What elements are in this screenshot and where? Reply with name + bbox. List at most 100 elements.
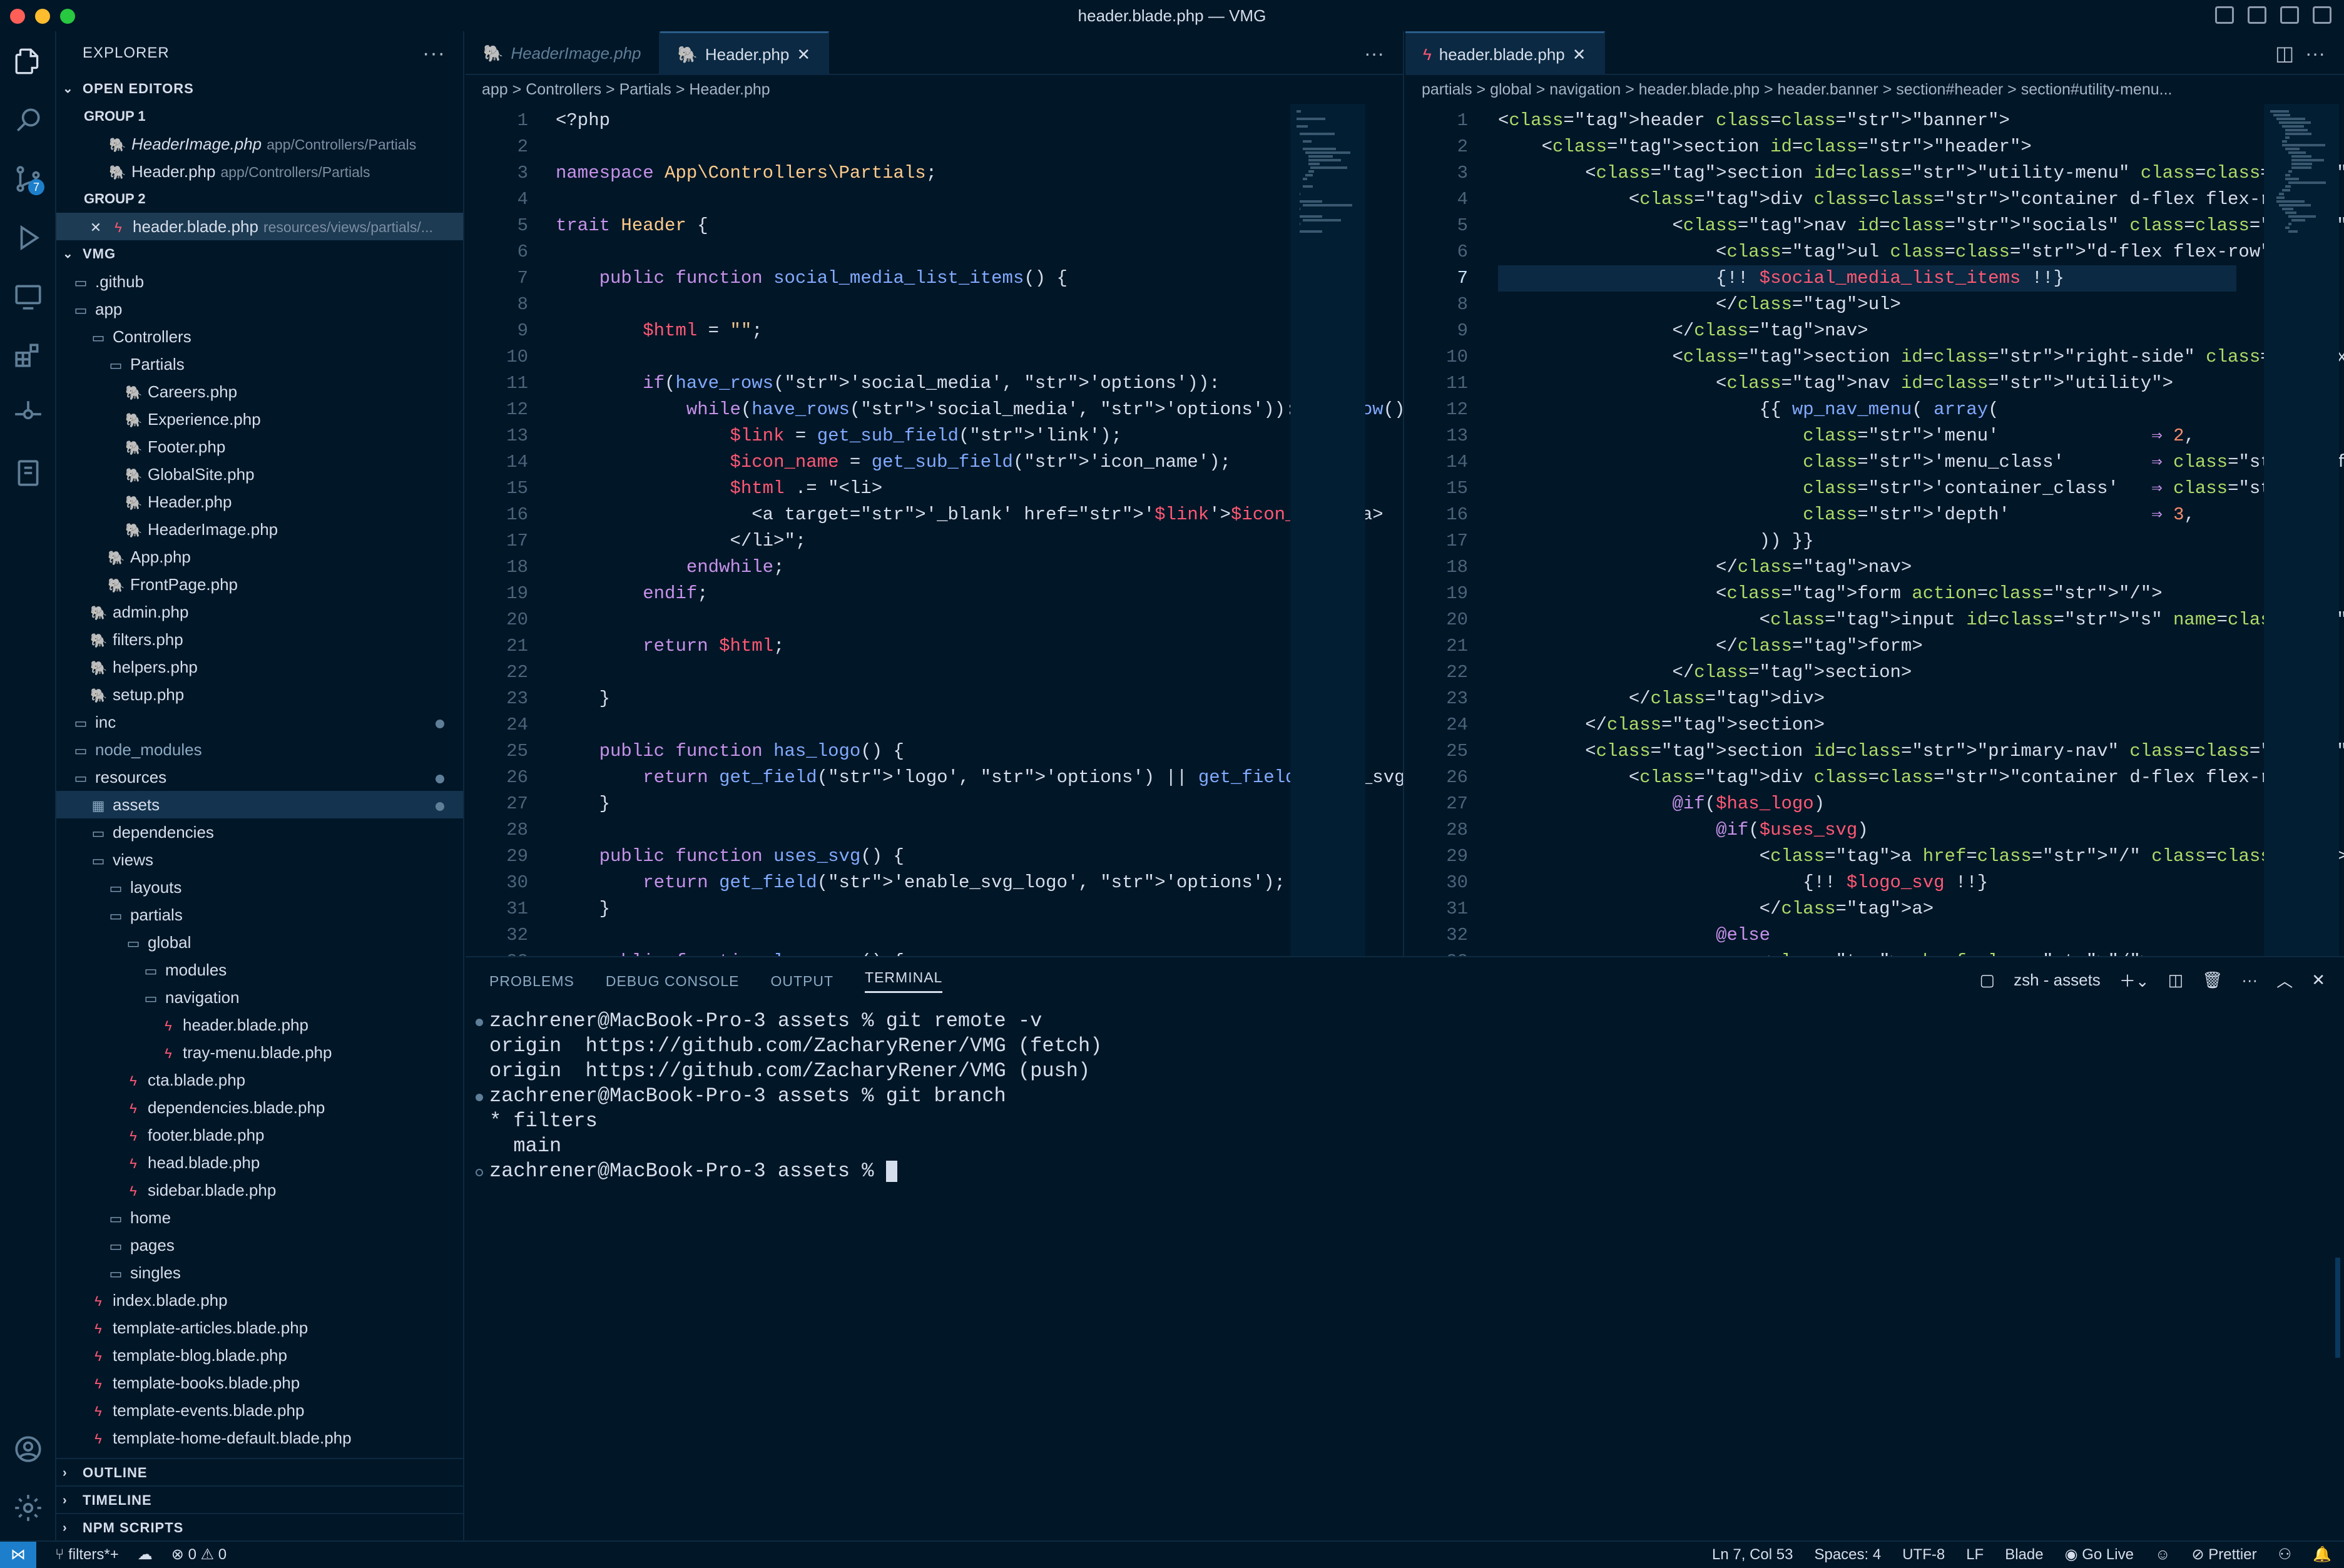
tree-file[interactable]: ϟ template-books.blade.php	[56, 1369, 463, 1397]
code-line[interactable]: class="str">'container_class' ⇒ class="s…	[1498, 476, 2336, 502]
tree-file[interactable]: ϟ dependencies.blade.php	[56, 1094, 463, 1121]
code-line[interactable]: public function uses_svg() {	[556, 843, 904, 870]
split-terminal-icon[interactable]: ◫	[2168, 970, 2184, 990]
code-line[interactable]: {!! $logo_svg !!}	[1498, 870, 1988, 896]
sync-icon[interactable]: ☁	[138, 1542, 153, 1568]
tree-file[interactable]: 🐘 Careers.php	[56, 378, 463, 405]
tree-file[interactable]: 🐘 setup.php	[56, 681, 463, 708]
tree-folder[interactable]: ▭ .github	[56, 268, 463, 295]
tree-file[interactable]: ϟ head.blade.php	[56, 1149, 463, 1176]
tree-folder[interactable]: ▭ views	[56, 846, 463, 873]
code-line[interactable]: trait Header {	[556, 213, 708, 239]
branch-status[interactable]: ⑂ filters*+	[55, 1542, 119, 1568]
tab-terminal[interactable]: TERMINAL	[865, 969, 943, 993]
toggle-sidebar-icon[interactable]	[2215, 6, 2234, 24]
code-line[interactable]: <class="tag">div class=class="str">"cont…	[1498, 765, 2315, 791]
toggle-panel-icon[interactable]	[2248, 6, 2266, 24]
code-line[interactable]: class="str">'menu' ⇒ 2,	[1498, 423, 2195, 449]
tree-file[interactable]: ϟ tray-menu.blade.php	[56, 1039, 463, 1066]
zoom-window-button[interactable]	[60, 9, 75, 24]
minimize-window-button[interactable]	[35, 9, 50, 24]
command-decoration-icon[interactable]	[476, 1169, 483, 1176]
more-actions-icon[interactable]: ···	[2241, 970, 2258, 990]
npm-scripts-section[interactable]: › NPM SCRIPTS	[56, 1513, 463, 1540]
tab-output[interactable]: OUTPUT	[770, 973, 833, 990]
code-line[interactable]: public function social_media_list_items(…	[556, 265, 1068, 292]
code-line[interactable]: </class="tag">nav>	[1498, 318, 1868, 344]
indentation[interactable]: Spaces: 4	[1814, 1542, 1881, 1568]
code-line[interactable]: <class="tag">div class=class="str">"cont…	[1498, 186, 2315, 213]
tree-folder[interactable]: ▭ home	[56, 1204, 463, 1231]
code-line[interactable]: namespace App\Controllers\Partials;	[556, 160, 937, 186]
tree-folder[interactable]: ▭ resources	[56, 763, 463, 791]
tab-problems[interactable]: PROBLEMS	[489, 973, 574, 990]
code-line[interactable]: }	[556, 791, 610, 817]
tree-folder[interactable]: ▭ dependencies	[56, 818, 463, 846]
tree-file[interactable]: ϟ template-home-default.blade.php	[56, 1424, 463, 1452]
terminal[interactable]: zachrener@MacBook-Pro-3 assets % git rem…	[466, 1005, 2344, 1184]
search-icon[interactable]	[9, 101, 47, 139]
go-live-button[interactable]: ◉ Go Live	[2065, 1542, 2134, 1568]
code-line[interactable]: <a target="str">'_blank' href="str">'$li…	[556, 502, 1383, 528]
code-line[interactable]: )) }}	[1498, 528, 1814, 554]
tree-folder[interactable]: ▭ node_modules	[56, 736, 463, 763]
tree-file[interactable]: 🐘 helpers.php	[56, 653, 463, 681]
maximize-panel-icon[interactable]: ︿	[2276, 969, 2293, 992]
code-line[interactable]: </class="tag">a>	[1498, 896, 1934, 922]
code-line[interactable]: endwhile;	[556, 554, 785, 581]
tree-file[interactable]: 🐘 App.php	[56, 543, 463, 571]
code-line[interactable]: @if($uses_svg)	[1498, 817, 1868, 843]
tree-file[interactable]: 🐘 HeaderImage.php	[56, 516, 463, 543]
minimap[interactable]	[1290, 104, 1365, 956]
source-control-icon[interactable]: 7	[9, 160, 47, 198]
tab-header[interactable]: 🐘 Header.php ✕	[660, 31, 830, 75]
code-line[interactable]: <?php	[556, 108, 610, 134]
more-actions-icon[interactable]: ···	[1364, 31, 1384, 75]
code-line[interactable]: @else	[1498, 922, 1770, 949]
explorer-icon[interactable]	[9, 43, 47, 80]
new-terminal-icon[interactable]: ＋⌄	[2119, 969, 2149, 992]
code-line[interactable]: <class="tag">nav id=class="str">"utility…	[1498, 370, 2173, 397]
project-section[interactable]: ⌄ VMG	[56, 240, 463, 268]
code-line[interactable]: return get_field("str">'enable_svg_logo'…	[556, 870, 1285, 896]
run-debug-icon[interactable]	[9, 219, 47, 257]
feedback-icon[interactable]: ⚇	[2278, 1542, 2292, 1568]
tree-file[interactable]: ϟ template-articles.blade.php	[56, 1314, 463, 1341]
docker-icon[interactable]	[9, 454, 47, 492]
outline-section[interactable]: › OUTLINE	[56, 1458, 463, 1485]
tree-file[interactable]: ϟ template-events.blade.php	[56, 1397, 463, 1424]
tree-file[interactable]: ϟ cta.blade.php	[56, 1066, 463, 1094]
tab-headerimage[interactable]: 🐘 HeaderImage.php	[466, 31, 660, 75]
extensions-icon[interactable]	[9, 337, 47, 374]
tree-folder[interactable]: ▭ inc	[56, 708, 463, 736]
tree-folder[interactable]: ▭ modules	[56, 956, 463, 984]
open-editor-item[interactable]: 🐘 HeaderImage.php app/Controllers/Partials	[56, 130, 463, 158]
code-line[interactable]: class="str">'menu_class' ⇒ class="str">"…	[1498, 449, 2344, 476]
tree-folder[interactable]: ▭ global	[56, 929, 463, 956]
cursor-position[interactable]: Ln 7, Col 53	[1712, 1542, 1793, 1568]
code-line[interactable]: @if($has_logo)	[1498, 791, 1825, 817]
close-icon[interactable]: ✕	[797, 33, 810, 76]
close-panel-icon[interactable]: ✕	[2311, 970, 2325, 990]
code-line[interactable]: if(have_rows("str">'social_media', "str"…	[556, 370, 1220, 397]
remote-explorer-icon[interactable]	[9, 278, 47, 315]
code-line[interactable]: <class="tag">input id=class="str">"s" na…	[1498, 607, 2344, 633]
tree-folder[interactable]: ▭ app	[56, 295, 463, 323]
tree-folder[interactable]: ▭ navigation	[56, 984, 463, 1011]
tab-debug-console[interactable]: DEBUG CONSOLE	[606, 973, 740, 990]
settings-gear-icon[interactable]	[9, 1489, 47, 1527]
remote-icon[interactable]: ⋈	[0, 1542, 36, 1568]
notifications-bell-icon[interactable]: 🔔	[2313, 1542, 2331, 1568]
language-mode[interactable]: Blade	[2005, 1542, 2043, 1568]
tree-file[interactable]: 🐘 FrontPage.php	[56, 571, 463, 598]
code-line[interactable]: <class="tag">nav id=class="str">"socials…	[1498, 213, 2344, 239]
customize-layout-icon[interactable]	[2313, 6, 2331, 24]
timeline-section[interactable]: › TIMELINE	[56, 1485, 463, 1513]
tree-file[interactable]: ϟ footer.blade.php	[56, 1121, 463, 1149]
line-ending[interactable]: LF	[1966, 1542, 1984, 1568]
code-line[interactable]: <class="tag">section id=class="str">"pri…	[1498, 738, 2344, 765]
breadcrumb[interactable]: partials > global > navigation > header.…	[1405, 75, 2344, 104]
code-line[interactable]: <class="tag">ul class=class="str">"d-fle…	[1498, 239, 2282, 265]
tree-folder[interactable]: ▭ Partials	[56, 350, 463, 378]
more-actions-icon[interactable]: ···	[422, 31, 446, 75]
